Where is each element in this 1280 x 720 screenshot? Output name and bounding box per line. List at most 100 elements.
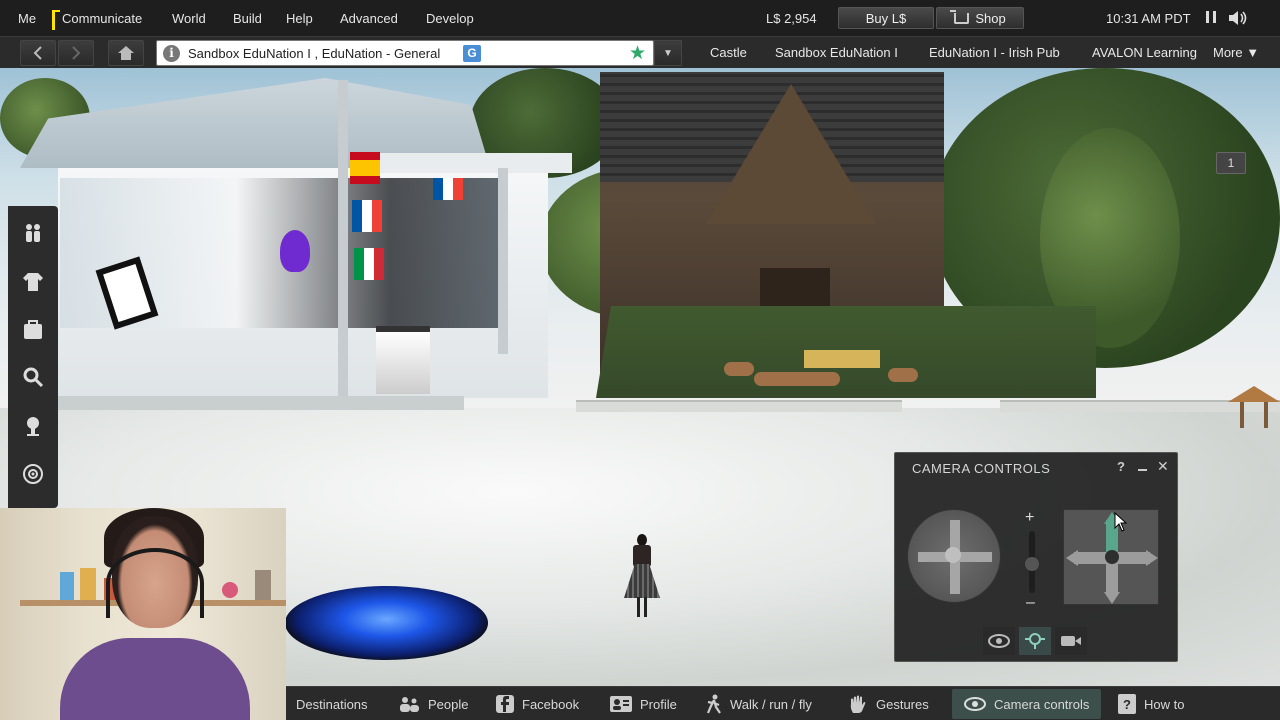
gestures-label: Gestures [876,696,929,712]
clock: 10:31 AM PDT [1106,11,1191,26]
purple-object[interactable] [280,230,310,272]
favorite-castle[interactable]: Castle [710,45,747,60]
close-icon[interactable]: ✕ [1157,458,1169,475]
map-button[interactable] [16,409,50,443]
zoom-out-button[interactable]: – [1026,594,1035,612]
headset [106,548,204,618]
camera-controls-title: CAMERA CONTROLS [912,461,1051,476]
shopping-cart-icon [950,9,970,24]
pan-center-handle[interactable] [1105,550,1119,564]
avatar[interactable] [624,534,660,620]
mouse-cursor-icon [1114,512,1128,532]
menu-build[interactable]: Build [233,11,262,26]
linden-balance[interactable]: L$ 2,954 [766,11,817,26]
walk-icon [706,694,722,714]
favorite-sandbox[interactable]: Sandbox EduNation I [775,45,898,60]
avatar-legs [637,597,647,617]
orbit-center-handle[interactable] [945,547,961,563]
log [724,362,754,376]
favorite-avalon[interactable]: AVALON Learning [1092,45,1197,60]
location-input[interactable]: i Sandbox EduNation I , EduNation - Gene… [156,40,654,66]
menu-me[interactable]: Me [18,11,36,26]
profile-icon [610,696,632,712]
camera-controls-button[interactable]: Camera controls [952,689,1102,719]
bottom-toolbar: Destinations People Facebook Profile Wal… [286,686,1280,720]
object-view-button[interactable] [983,627,1015,655]
menu-develop[interactable]: Develop [426,11,474,26]
log [754,372,840,386]
svg-text:?: ? [1123,697,1131,712]
menu-advanced[interactable]: Advanced [340,11,398,26]
camera-preset-button[interactable] [1019,627,1051,655]
info-icon[interactable]: i [163,45,180,62]
video-camera-icon [1061,636,1081,646]
forward-button[interactable] [58,40,94,66]
speaker-icon[interactable] [1228,10,1248,26]
pause-icon[interactable] [1206,11,1216,23]
people-icon [26,224,40,242]
avatar-body [633,545,651,567]
radar-icon [23,464,43,484]
location-text: Sandbox EduNation I , EduNation - Genera… [188,46,441,61]
spain-flag[interactable] [350,152,380,184]
back-button[interactable] [20,40,56,66]
low-wall [576,400,902,412]
zoom-in-button[interactable]: + [1025,509,1034,527]
log [888,368,918,382]
webcam-overlay [0,508,286,720]
presenter-body [60,638,250,720]
minimap-button[interactable] [16,457,50,491]
people-button[interactable] [16,216,50,250]
buy-currency-button[interactable]: Buy L$ [838,7,934,29]
france-flag[interactable] [352,200,382,232]
gestures-button[interactable]: Gestures [848,687,929,720]
favorites-more-button[interactable]: More ▼ [1213,45,1259,60]
hay-bale [804,350,880,368]
kiosk[interactable] [376,326,430,394]
inventory-button[interactable] [16,313,50,347]
maturity-rating-badge: G [463,45,481,62]
walk-run-fly-button[interactable]: Walk / run / fly [706,687,812,720]
shop-button[interactable]: Shop [936,7,1024,29]
facebook-icon [496,695,514,713]
appearance-icon [23,273,43,291]
destinations-button[interactable]: Destinations [296,687,368,720]
navigation-bar: i Sandbox EduNation I , EduNation - Gene… [0,36,1280,68]
map-pin-icon [27,417,39,436]
menu-help[interactable]: Help [286,11,313,26]
search-button[interactable] [16,360,50,394]
how-to-button[interactable]: ? How to [1118,687,1184,720]
profile-label: Profile [640,696,677,712]
people-button[interactable]: People [398,687,468,720]
destinations-label: Destinations [296,696,368,712]
chat-notification-count[interactable]: 1 [1216,152,1246,174]
facebook-button[interactable]: Facebook [496,687,579,720]
back-arrow-icon [33,46,42,60]
people-label: People [428,696,469,712]
text-cursor-marker [52,10,60,30]
france-flag[interactable] [433,178,463,200]
home-icon [118,46,134,60]
eye-icon [964,697,986,711]
facebook-label: Facebook [522,696,580,712]
menu-communicate[interactable]: Communicate [62,11,142,26]
home-button[interactable] [108,40,144,66]
free-camera-button[interactable] [1055,627,1087,655]
avatar-dress [624,564,660,598]
walk-run-fly-label: Walk / run / fly [730,696,812,712]
inventory-icon [24,320,42,339]
menu-world[interactable]: World [172,11,206,26]
pan-control[interactable] [1063,509,1159,605]
help-button[interactable]: ? [1117,459,1125,474]
minimize-icon[interactable] [1138,469,1147,471]
dropdown-arrow-icon: ▼ [663,47,673,59]
star-icon[interactable]: ★ [629,42,646,65]
italy-flag[interactable] [354,248,384,280]
zoom-slider-thumb[interactable] [1025,557,1039,571]
appearance-button[interactable] [16,265,50,299]
teleport-pad[interactable] [285,586,488,660]
location-history-dropdown[interactable]: ▼ [654,40,682,66]
how-to-icon: ? [1118,694,1136,714]
profile-button[interactable]: Profile [610,687,677,720]
favorite-irish-pub[interactable]: EduNation I - Irish Pub [929,45,1060,60]
